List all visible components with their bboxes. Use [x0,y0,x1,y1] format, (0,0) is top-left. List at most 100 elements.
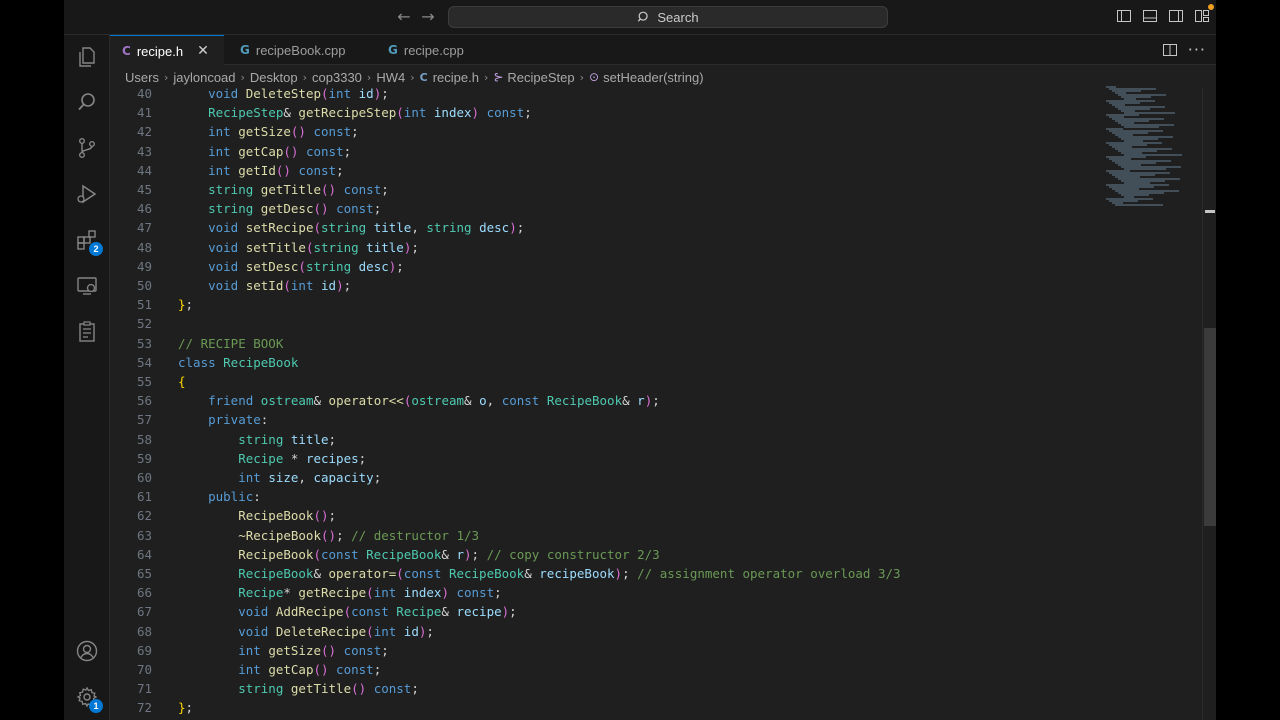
breadcrumb-item[interactable]: Desktop [250,70,298,85]
breadcrumb-file[interactable]: Crecipe.h [420,70,479,85]
line-code: string getTitle() const; [178,182,389,197]
customize-layout-icon[interactable] [1194,8,1210,24]
testing-icon[interactable] [64,312,110,352]
search-icon[interactable] [64,82,110,122]
code-line[interactable]: 70 int getCap() const; [110,660,1110,679]
editor-tab-bar: C recipe.h ✕ G recipeBook.cpp G recipe.c… [110,35,1216,66]
code-line[interactable]: 47 void setRecipe(string title, string d… [110,218,1110,237]
code-line[interactable]: 41 RecipeStep& getRecipeStep(int index) … [110,103,1110,122]
code-line[interactable]: 51}; [110,295,1110,314]
tab-recipebook-cpp[interactable]: G recipeBook.cpp [228,35,357,65]
breadcrumb-item[interactable]: HW4 [376,70,405,85]
code-line[interactable]: 49 void setDesc(string desc); [110,257,1110,276]
code-line[interactable]: 62 RecipeBook(); [110,506,1110,525]
code-line[interactable]: 43 int getCap() const; [110,142,1110,161]
code-line[interactable]: 53 // RECIPE BOOK [110,334,1110,353]
code-line[interactable]: 68 void DeleteRecipe(int id); [110,622,1110,641]
line-number: 49 [136,258,152,274]
line-code: string title; [178,431,337,447]
split-editor-icon[interactable] [1162,42,1178,58]
code-line[interactable]: 55 { [110,372,1110,391]
code-line[interactable]: 40 void DeleteStep(int id); [110,88,1110,103]
update-notification-dot [1208,4,1214,10]
line-code: string getTitle() const; [178,681,419,697]
tab-label: recipeBook.cpp [255,42,346,58]
command-center-search[interactable]: Search [448,6,888,28]
line-number: 66 [136,585,152,601]
forward-arrow-icon[interactable]: → [418,8,438,26]
line-number: 56 [136,393,152,409]
line-number: 64 [136,546,152,562]
toggle-panel-icon[interactable] [1142,8,1158,24]
extensions-icon[interactable]: 2 [64,220,110,260]
code-line[interactable]: 44 int getId() const; [110,161,1110,180]
breadcrumb-item[interactable]: cop3330 [312,70,362,85]
code-line[interactable]: 54 class RecipeBook [110,353,1110,372]
line-number: 59 [136,450,152,466]
run-debug-icon[interactable] [64,174,110,214]
line-code: RecipeStep& getRecipeStep(int index) con… [178,105,532,121]
toggle-secondary-sidebar-icon[interactable] [1168,8,1184,24]
code-line[interactable]: 50 void setId(int id); [110,276,1110,295]
chevron-right-icon: › [410,70,415,84]
code-line[interactable]: 71 string getTitle() const; [110,679,1110,698]
line-code: // RECIPE BOOK [178,335,284,351]
minimap[interactable] [1106,86,1186,216]
more-actions-icon[interactable]: ··· [1188,40,1206,59]
settings-gear-icon[interactable]: 1 [64,677,110,717]
code-line[interactable]: 64 RecipeBook(const RecipeBook& r); // c… [110,545,1110,564]
chevron-right-icon: › [579,70,585,84]
code-line[interactable]: 57 private: [110,410,1110,429]
code-line[interactable]: 63 ~RecipeBook(); // destructor 1/3 [110,526,1110,545]
code-line[interactable]: 72}; [110,698,1110,717]
chevron-right-icon: › [163,70,169,84]
c-file-icon: C [122,44,131,58]
code-line[interactable]: 58 string title; [110,430,1110,449]
line-number: 44 [136,162,152,178]
method-symbol-icon: ⊙ [589,70,600,84]
code-line[interactable]: 45 string getTitle() const; [110,180,1110,199]
code-line[interactable]: 46 string getDesc() const; [110,199,1110,218]
breadcrumb-symbol-label: RecipeStep [507,69,575,85]
code-line[interactable]: 52 [110,314,1110,333]
vertical-scrollbar[interactable] [1204,328,1216,526]
remote-explorer-icon[interactable] [64,266,110,306]
code-line[interactable]: 66 Recipe* getRecipe(int index) const; [110,583,1110,602]
code-line[interactable]: 56 friend ostream& operator<<(ostream& o… [110,391,1110,410]
line-number: 71 [136,681,152,697]
code-line[interactable]: 60 int size, capacity; [110,468,1110,487]
code-line[interactable]: 69 int getSize() const; [110,641,1110,660]
explorer-icon[interactable] [64,37,110,77]
breadcrumb-method[interactable]: ⊙ setHeader(string) [589,70,704,85]
line-number: 54 [136,354,152,370]
line-code: void setDesc(string desc); [178,258,404,274]
back-arrow-icon[interactable]: ← [394,8,414,26]
line-code: Recipe * recipes; [178,450,367,466]
line-number: 61 [136,489,152,505]
code-line[interactable]: 61 public: [110,487,1110,506]
code-line[interactable]: 65 RecipeBook& operator=(const RecipeBoo… [110,564,1110,583]
code-line[interactable]: 67 void AddRecipe(const Recipe& recipe); [110,602,1110,621]
code-line[interactable]: 42 int getSize() const; [110,122,1110,141]
line-code: int getSize() const; [178,642,389,658]
tab-recipe-cpp[interactable]: G recipe.cpp [376,35,476,65]
line-code: string getDesc() const; [178,201,382,217]
close-icon[interactable]: ✕ [197,43,209,59]
breadcrumb-item[interactable]: Users [125,70,159,85]
accounts-icon[interactable] [64,631,110,671]
source-control-icon[interactable] [64,128,110,168]
line-number: 60 [136,470,152,485]
code-line[interactable]: 48 void setTitle(string title); [110,238,1110,257]
breadcrumb-item[interactable]: jayloncoad [173,70,235,85]
code-line[interactable]: 59 Recipe * recipes; [110,449,1110,468]
chevron-right-icon: › [240,70,245,84]
line-code: void AddRecipe(const Recipe& recipe); [178,604,517,620]
line-number: 52 [136,316,152,332]
toggle-primary-sidebar-icon[interactable] [1116,8,1132,24]
tab-recipe-h[interactable]: C recipe.h ✕ [110,35,224,66]
code-editor[interactable]: 40 void DeleteStep(int id); 41 RecipeStep… [110,88,1216,720]
line-number: 69 [136,642,152,658]
breadcrumb-symbol[interactable]: ⊱ RecipeStep [493,70,574,85]
line-code: void setRecipe(string title, string desc… [178,220,525,236]
line-number: 51 [136,297,152,313]
